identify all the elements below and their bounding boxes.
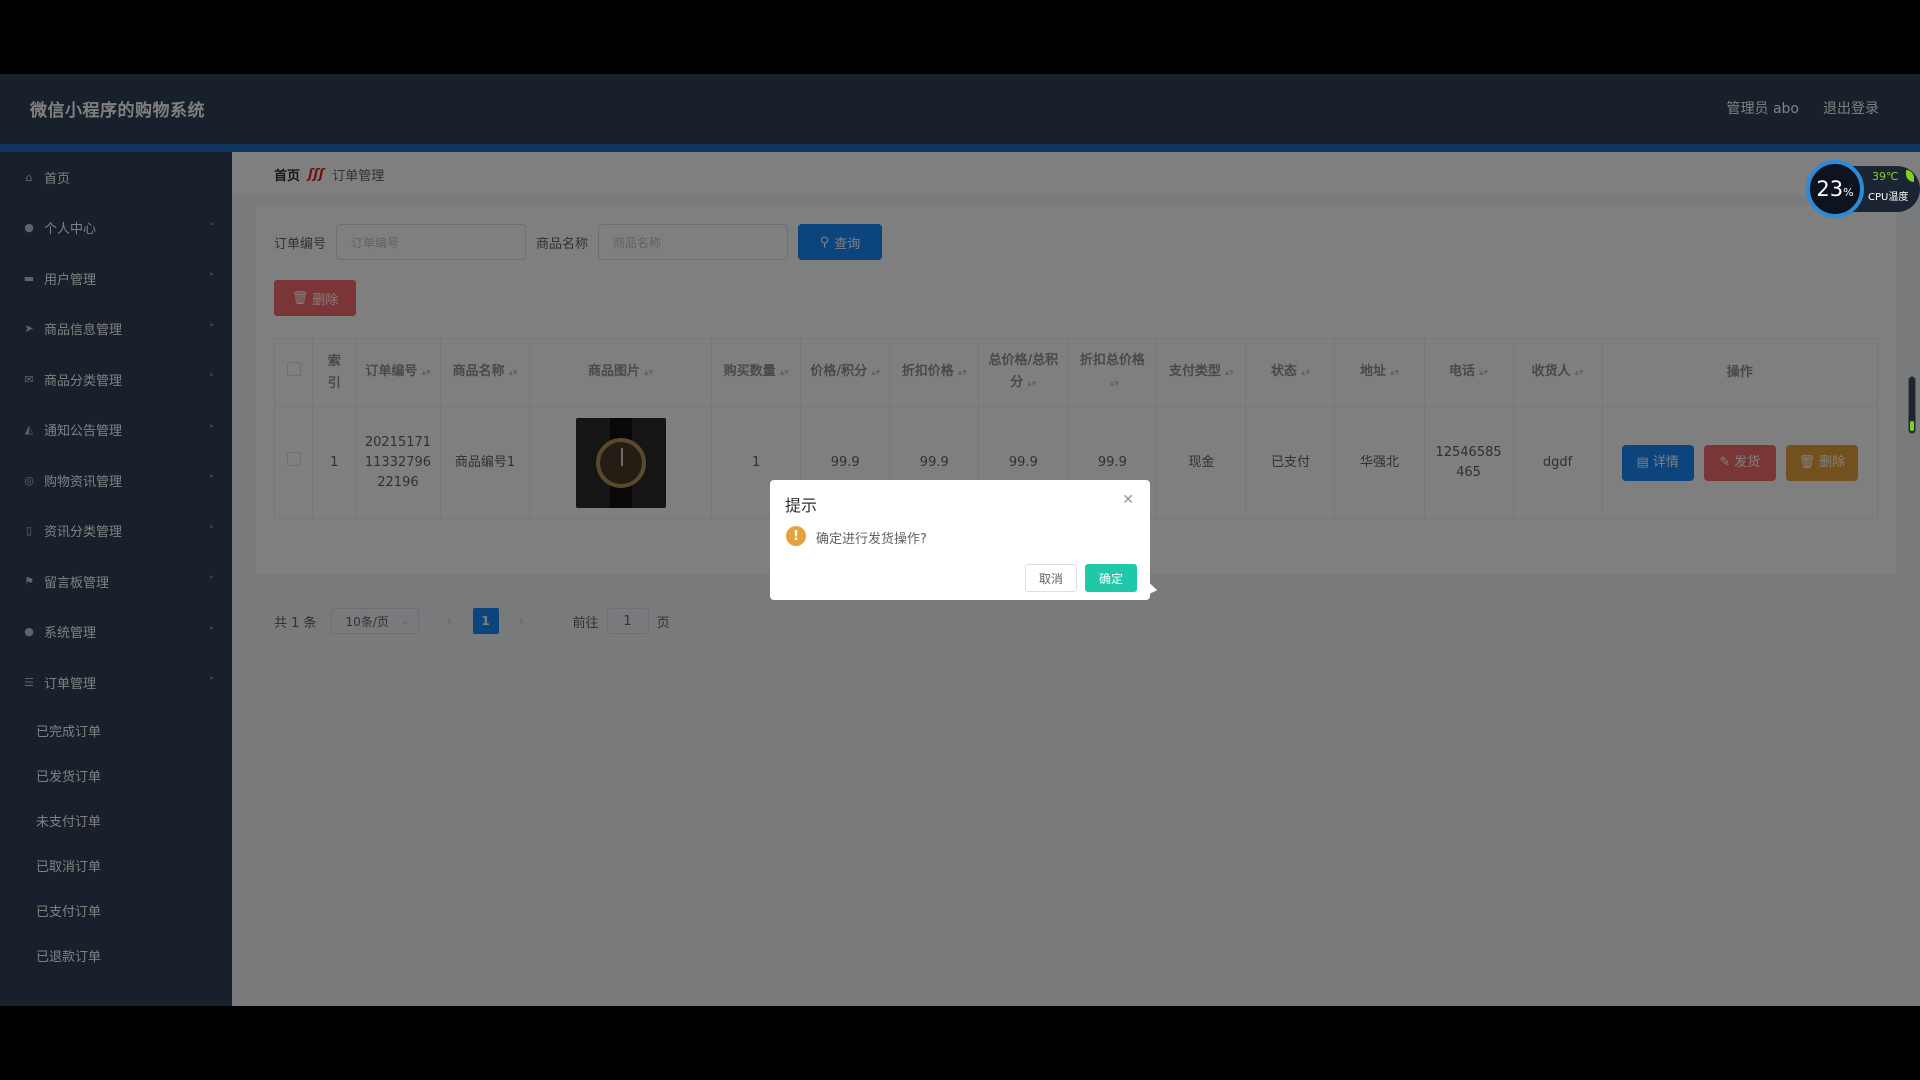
close-icon[interactable]: ✕ (1122, 492, 1134, 508)
side-scroll-indicator[interactable] (1908, 376, 1916, 434)
cpu-usage-value: 23 (1816, 177, 1844, 201)
app-window: 微信小程序的购物系统 管理员 abo 退出登录 ⌂首页●个人中心˅▬用户管理˅➤… (0, 74, 1920, 1006)
screen: 微信小程序的购物系统 管理员 abo 退出登录 ⌂首页●个人中心˅▬用户管理˅➤… (0, 0, 1920, 1080)
cpu-usage-unit: % (1843, 185, 1854, 199)
cancel-button[interactable]: 取消 (1025, 564, 1077, 592)
confirm-button[interactable]: 确定 (1085, 564, 1137, 592)
cpu-usage-ring: 23% (1806, 160, 1864, 218)
warning-icon: ! (786, 526, 806, 546)
confirm-dialog: 提示 ✕ ! 确定进行发货操作? 取消 确定 (770, 480, 1150, 600)
dialog-message: 确定进行发货操作? (816, 532, 927, 547)
cpu-monitor-widget: 23% 39℃ CPU温度 (1806, 160, 1920, 218)
cpu-temp-value: 39℃ (1872, 170, 1899, 183)
dialog-title: 提示 (785, 496, 818, 515)
scroll-indicator-fill (1910, 421, 1914, 431)
cpu-temp-label: CPU温度 (1868, 192, 1909, 203)
